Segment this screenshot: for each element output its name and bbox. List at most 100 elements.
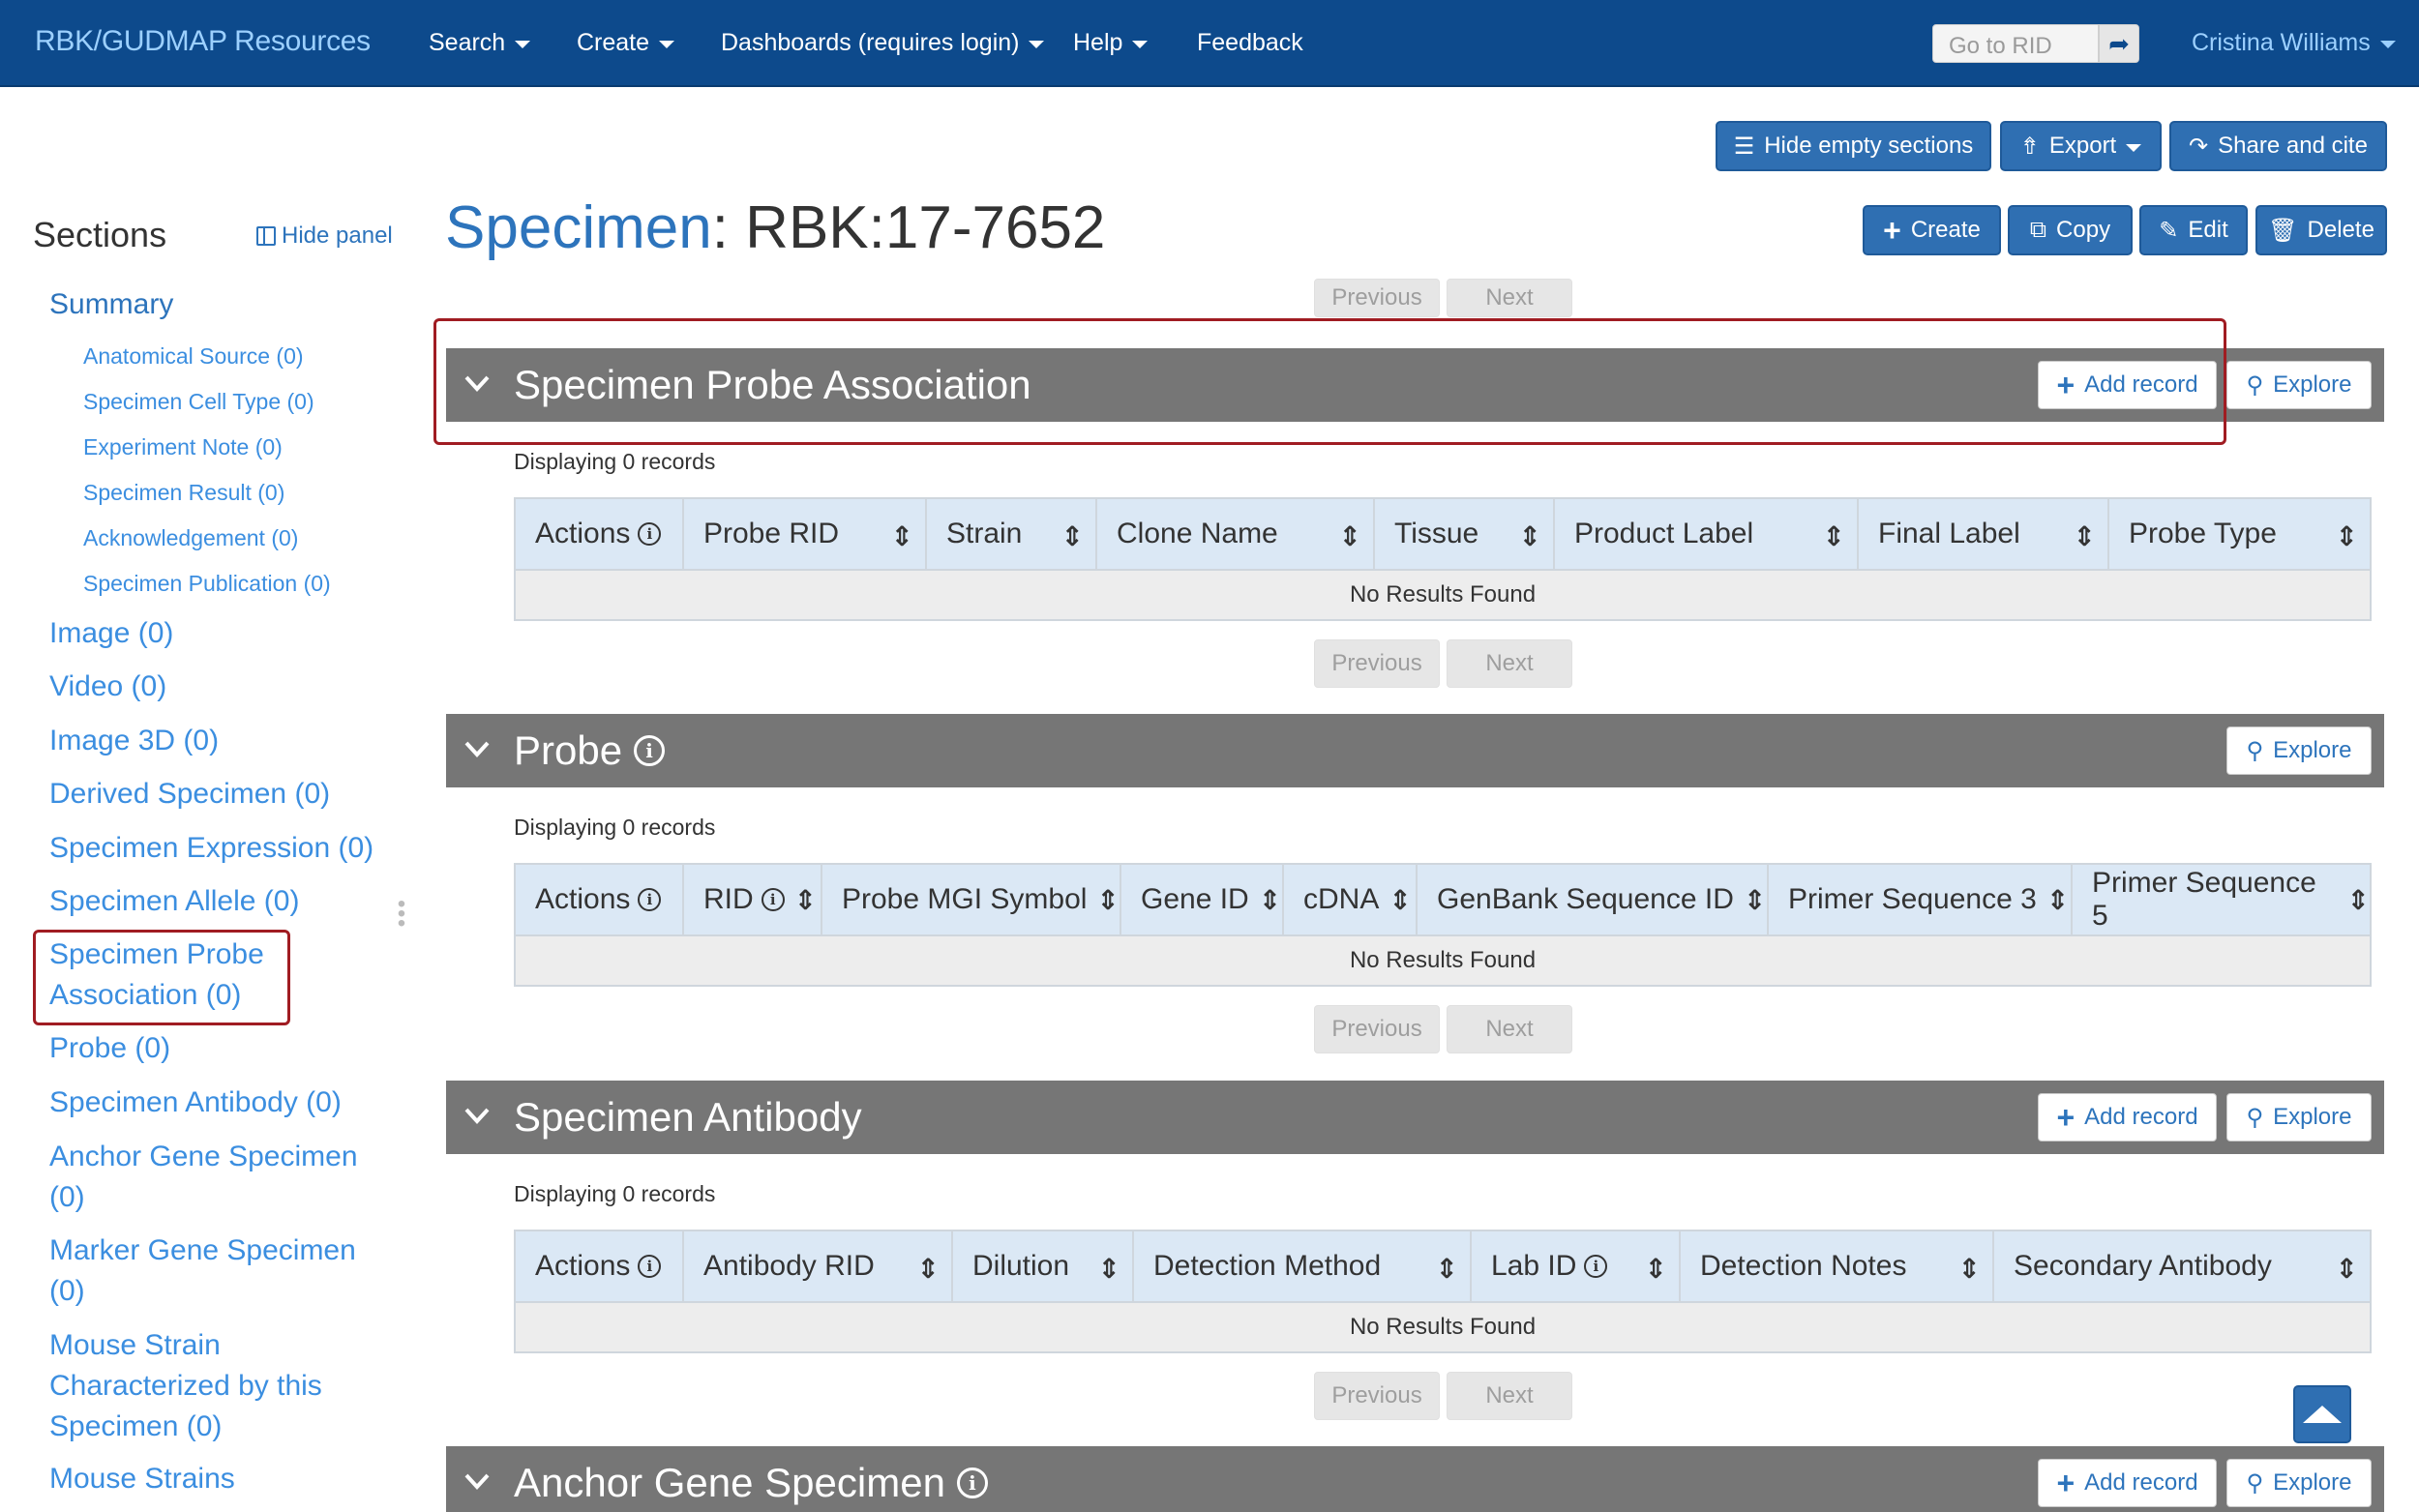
column-header-dilution[interactable]: Dilution ⇕: [953, 1231, 1134, 1301]
column-header-secondary-antibody[interactable]: Secondary Antibody ⇕: [1994, 1231, 2370, 1301]
info-icon[interactable]: i: [956, 1468, 988, 1498]
sidebar-item-mouse-strain-characterized[interactable]: Mouse Strain Characterized by this Speci…: [49, 1325, 322, 1447]
sort-icon[interactable]: ⇕: [1958, 1253, 1981, 1285]
sort-icon[interactable]: ⇕: [1823, 520, 1845, 552]
sidebar-item-image[interactable]: Image (0): [49, 613, 173, 654]
info-icon[interactable]: i: [1584, 1255, 1608, 1278]
export-button[interactable]: ⇮ Export: [2000, 121, 2162, 171]
sidebar-item-mouse-strains[interactable]: Mouse Strains: [49, 1459, 235, 1499]
column-header-gene-id[interactable]: Gene ID ⇕: [1121, 865, 1284, 934]
brand-link[interactable]: RBK/GUDMAP Resources: [35, 25, 371, 58]
sort-icon[interactable]: ⇕: [794, 884, 817, 916]
sort-icon[interactable]: ⇕: [1096, 884, 1119, 916]
sort-icon[interactable]: ⇕: [2336, 520, 2358, 552]
sort-icon[interactable]: ⇕: [1339, 520, 1361, 552]
column-header-cdna[interactable]: cDNA ⇕: [1284, 865, 1418, 934]
explore-button[interactable]: ⚲ Explore: [2226, 1093, 2372, 1141]
column-header-detection-method[interactable]: Detection Method ⇕: [1134, 1231, 1472, 1301]
column-header-product-label[interactable]: Product Label ⇕: [1555, 499, 1859, 569]
chevron-down-icon[interactable]: [463, 1102, 491, 1129]
sort-icon[interactable]: ⇕: [1389, 884, 1411, 916]
sidebar-subitem[interactable]: Specimen Result (0): [83, 480, 284, 506]
info-icon[interactable]: i: [761, 888, 785, 911]
nav-dashboards-menu[interactable]: Dashboards (requires login): [721, 29, 1045, 57]
hide-empty-sections-button[interactable]: ☰ Hide empty sections: [1716, 121, 1991, 171]
sidebar-item-marker-gene-specimen[interactable]: Marker Gene Specimen (0): [49, 1230, 356, 1312]
nav-search-menu[interactable]: Search: [429, 29, 531, 57]
sort-icon[interactable]: ⇕: [1645, 1253, 1667, 1285]
info-icon[interactable]: i: [634, 735, 666, 766]
column-header-genbank-sequence-id[interactable]: GenBank Sequence ID ⇕: [1418, 865, 1769, 934]
next-button[interactable]: Next: [1447, 1005, 1572, 1053]
hide-panel-button[interactable]: Hide panel: [256, 222, 393, 250]
sidebar-subitem[interactable]: Experiment Note (0): [83, 434, 283, 460]
sidebar-item-derived-specimen[interactable]: Derived Specimen (0): [49, 774, 330, 815]
explore-button[interactable]: ⚲ Explore: [2226, 726, 2372, 775]
column-header-rid[interactable]: RID i ⇕: [684, 865, 822, 934]
next-button[interactable]: Next: [1447, 279, 1572, 317]
sort-icon[interactable]: ⇕: [2074, 520, 2096, 552]
sidebar-subitem[interactable]: Anatomical Source (0): [83, 343, 304, 370]
create-button[interactable]: + Create: [1863, 205, 2001, 255]
info-icon[interactable]: i: [638, 1255, 662, 1278]
info-icon[interactable]: i: [638, 888, 662, 911]
column-header-antibody-rid[interactable]: Antibody RID ⇕: [684, 1231, 953, 1301]
sort-icon[interactable]: ⇕: [1744, 884, 1766, 916]
sidebar-subitem[interactable]: Acknowledgement (0): [83, 525, 298, 551]
sidebar-subitem[interactable]: Specimen Publication (0): [83, 571, 331, 597]
column-header-probe-rid[interactable]: Probe RID ⇕: [684, 499, 927, 569]
sidebar-item-video[interactable]: Video (0): [49, 667, 166, 707]
explore-button[interactable]: ⚲ Explore: [2226, 361, 2372, 409]
delete-button[interactable]: 🗑 Delete: [2255, 205, 2387, 255]
scroll-to-top-button[interactable]: [2293, 1385, 2351, 1443]
go-to-rid-button[interactable]: ➦: [2099, 24, 2139, 63]
nav-help-menu[interactable]: Help: [1073, 29, 1149, 57]
add-record-button[interactable]: + Add record: [2038, 1093, 2217, 1141]
sort-icon[interactable]: ⇕: [891, 520, 913, 552]
explore-button[interactable]: ⚲ Explore: [2226, 1459, 2372, 1507]
sort-icon[interactable]: ⇕: [1436, 1253, 1458, 1285]
column-header-clone-name[interactable]: Clone Name ⇕: [1097, 499, 1375, 569]
panel-resize-handle[interactable]: • • •: [397, 893, 406, 935]
info-icon[interactable]: i: [638, 522, 662, 546]
previous-button[interactable]: Previous: [1314, 1372, 1440, 1420]
nav-create-menu[interactable]: Create: [577, 29, 675, 57]
column-header-primer-sequence-5[interactable]: Primer Sequence 5 ⇕: [2073, 865, 2370, 934]
next-button[interactable]: Next: [1447, 1372, 1572, 1420]
edit-button[interactable]: ✎ Edit: [2139, 205, 2248, 255]
sidebar-item-summary[interactable]: Summary: [49, 288, 173, 321]
sort-icon[interactable]: ⇕: [2347, 884, 2370, 916]
add-record-button[interactable]: + Add record: [2038, 1459, 2217, 1507]
entity-name[interactable]: Specimen: [445, 194, 712, 261]
previous-button[interactable]: Previous: [1314, 279, 1440, 317]
sort-icon[interactable]: ⇕: [2046, 884, 2069, 916]
column-header-primer-sequence-3[interactable]: Primer Sequence 3 ⇕: [1769, 865, 2073, 934]
sidebar-item-specimen-expression[interactable]: Specimen Expression (0): [49, 828, 373, 869]
sidebar-subitem[interactable]: Specimen Cell Type (0): [83, 389, 314, 415]
sort-icon[interactable]: ⇕: [1061, 520, 1084, 552]
sort-icon[interactable]: ⇕: [1519, 520, 1541, 552]
sort-icon[interactable]: ⇕: [1259, 884, 1281, 916]
previous-button[interactable]: Previous: [1314, 639, 1440, 688]
copy-button[interactable]: ⧉ Copy: [2008, 205, 2133, 255]
chevron-down-icon[interactable]: [463, 735, 491, 762]
sort-icon[interactable]: ⇕: [917, 1253, 940, 1285]
column-header-probe-mgi-symbol[interactable]: Probe MGI Symbol ⇕: [822, 865, 1121, 934]
sidebar-item-probe[interactable]: Probe (0): [49, 1028, 170, 1069]
sort-icon[interactable]: ⇕: [1098, 1253, 1120, 1285]
sidebar-item-image-3d[interactable]: Image 3D (0): [49, 721, 219, 761]
sort-icon[interactable]: ⇕: [2336, 1253, 2358, 1285]
sidebar-item-specimen-allele[interactable]: Specimen Allele (0): [49, 881, 299, 922]
section-header-probe[interactable]: Probe i: [446, 714, 2384, 787]
chevron-down-icon[interactable]: [463, 1468, 491, 1495]
next-button[interactable]: Next: [1447, 639, 1572, 688]
column-header-probe-type[interactable]: Probe Type ⇕: [2109, 499, 2370, 569]
go-to-rid-input[interactable]: Go to RID: [1932, 24, 2099, 63]
user-menu[interactable]: Cristina Williams: [2192, 29, 2396, 57]
previous-button[interactable]: Previous: [1314, 1005, 1440, 1053]
sidebar-item-anchor-gene-specimen[interactable]: Anchor Gene Specimen (0): [49, 1137, 358, 1218]
column-header-final-label[interactable]: Final Label ⇕: [1859, 499, 2109, 569]
column-header-tissue[interactable]: Tissue ⇕: [1375, 499, 1555, 569]
sidebar-item-specimen-antibody[interactable]: Specimen Antibody (0): [49, 1082, 342, 1123]
share-and-cite-button[interactable]: ↷ Share and cite: [2169, 121, 2387, 171]
